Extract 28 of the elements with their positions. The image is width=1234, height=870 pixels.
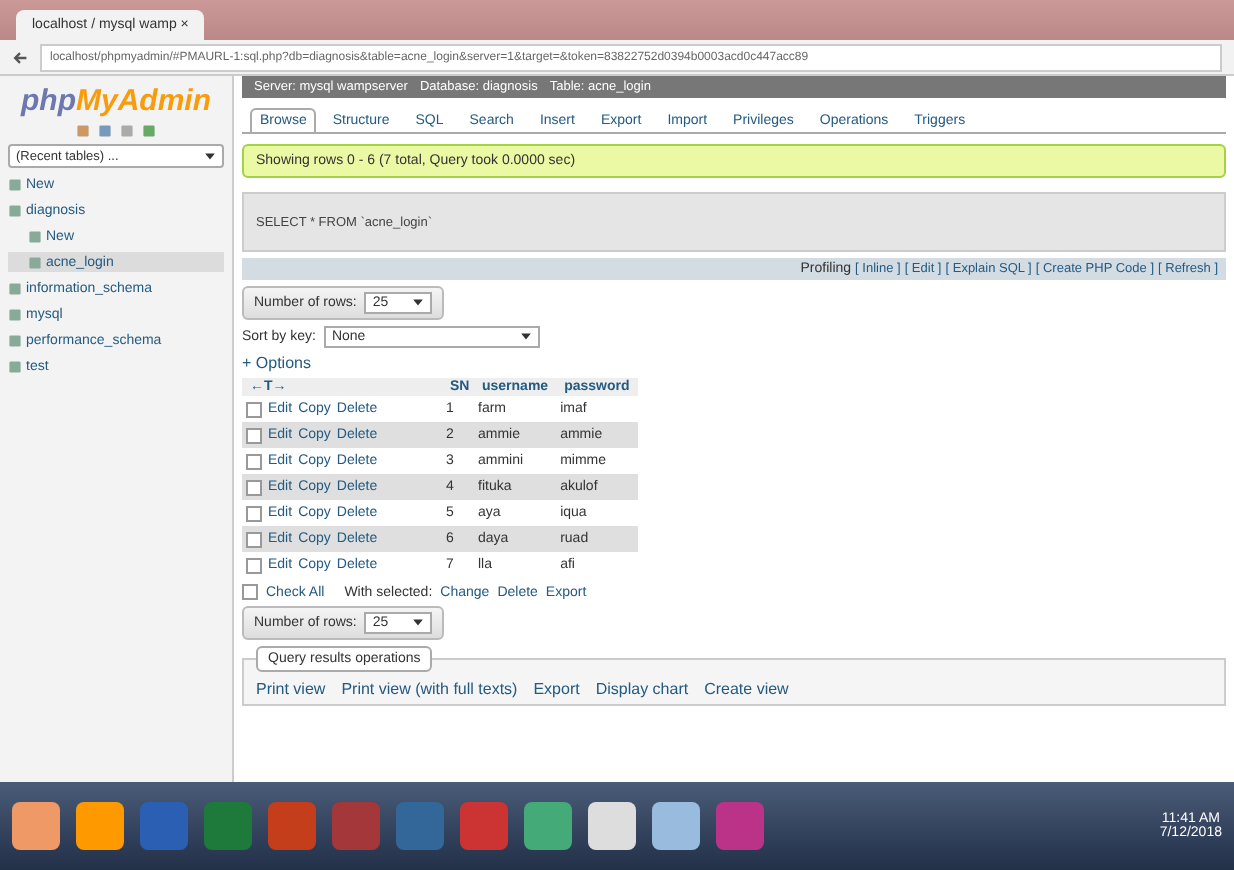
caret-icon: [412, 616, 425, 628]
row-checkbox[interactable]: [246, 453, 262, 469]
row-checkbox[interactable]: [246, 531, 262, 547]
taskbar-app-icon[interactable]: [12, 802, 60, 850]
taskbar-app-icon[interactable]: [588, 802, 636, 850]
row-checkbox[interactable]: [246, 505, 262, 521]
row-checkbox[interactable]: [246, 401, 262, 417]
operation-link[interactable]: Display chart: [595, 680, 689, 698]
row-checkbox[interactable]: [246, 557, 262, 573]
taskbar-app-icon[interactable]: [716, 802, 764, 850]
row-checkbox[interactable]: [246, 427, 262, 443]
taskbar-app-icon[interactable]: [524, 802, 572, 850]
row-checkbox[interactable]: [246, 479, 262, 495]
taskbar-app-icon[interactable]: [268, 802, 316, 850]
taskbar-app-icon[interactable]: [76, 802, 124, 850]
operation-link[interactable]: Print view: [256, 680, 326, 698]
operation-link[interactable]: Create view: [704, 680, 789, 698]
taskbar-app-icon[interactable]: [460, 802, 508, 850]
logo-text: phpMyAdmin: [21, 84, 211, 118]
operation-link[interactable]: Export: [533, 680, 580, 698]
operation-link[interactable]: Print view (with full texts): [341, 680, 518, 698]
caret-icon: [519, 330, 532, 342]
back-icon[interactable]: [12, 49, 28, 65]
caret-icon: [204, 150, 216, 162]
options-link[interactable]: + Options: [242, 354, 1226, 372]
taskbar-app-icon[interactable]: [652, 802, 700, 850]
check-all-checkbox[interactable]: [242, 584, 258, 600]
caret-icon: [412, 296, 425, 308]
